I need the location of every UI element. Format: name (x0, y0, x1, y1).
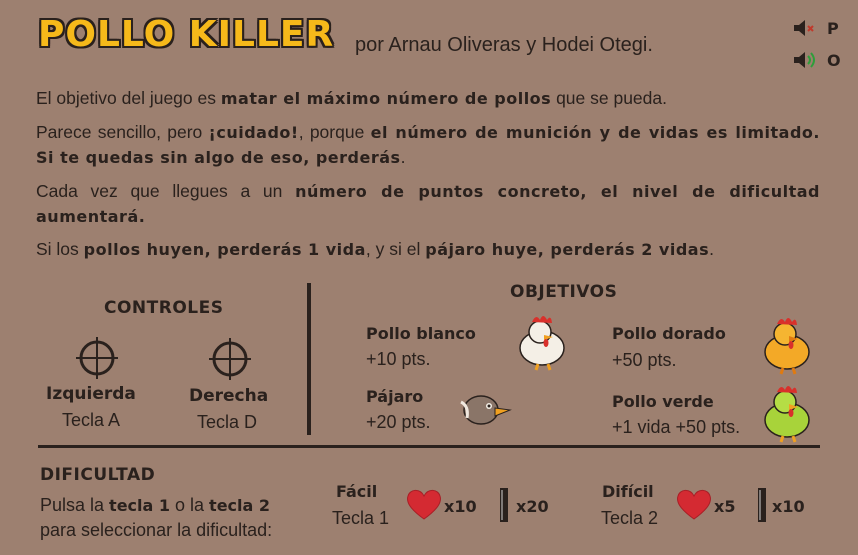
bird-icon (460, 395, 512, 425)
hard-ammo: x10 (772, 497, 805, 516)
golden-chicken-icon (764, 318, 810, 375)
speaker-on-icon (794, 52, 815, 68)
mute-key: P (827, 19, 839, 38)
easy-label: Fácil (336, 482, 378, 501)
difficulty-heading: DIFICULTAD (40, 465, 156, 485)
ammo-icon (758, 488, 766, 522)
crosshair-right-icon (209, 338, 251, 380)
crosshair-left-icon (76, 337, 118, 379)
sound-key: O (827, 51, 841, 70)
intro-paragraph-1: El objetivo del juego es matar el máximo… (36, 88, 667, 108)
golden-chicken-name: Pollo dorado (612, 324, 726, 343)
bird-points: +20 pts. (366, 412, 431, 432)
difficulty-easy-option[interactable]: Fácil Tecla 1 x10 x20 (330, 480, 570, 535)
green-chicken-points: +1 vida +50 pts. (612, 417, 741, 437)
intro-paragraph-3: Cada vez que llegues a un número de punt… (36, 181, 821, 226)
intro-paragraph-2: Parece sencillo, pero ¡cuidado!, porque … (36, 122, 820, 167)
left-control-label: Izquierda (46, 384, 136, 404)
hard-key: Tecla 2 (601, 508, 659, 528)
sound-control[interactable]: O (792, 50, 841, 74)
controls-heading: CONTROLES (104, 298, 224, 318)
intro-paragraph-4: Si los pollos huyen, perderás 1 vida, y … (36, 239, 714, 259)
hard-label: Difícil (602, 482, 654, 501)
golden-chicken-points: +50 pts. (612, 350, 677, 370)
green-chicken-icon (764, 386, 810, 443)
difficulty-instructions-line2: para seleccionar la dificultad: (40, 520, 273, 540)
mute-control[interactable]: P (792, 18, 839, 42)
white-chicken-icon (519, 316, 565, 371)
bird-name: Pájaro (366, 387, 424, 406)
heart-icon (407, 489, 441, 520)
easy-key: Tecla 1 (332, 508, 390, 528)
heart-icon (677, 489, 711, 520)
speaker-muted-icon (794, 20, 814, 36)
easy-ammo: x20 (516, 497, 549, 516)
difficulty-instructions-line1: Pulsa la tecla 1 o la tecla 2 (40, 495, 271, 515)
white-chicken-points: +10 pts. (366, 349, 431, 369)
white-chicken-name: Pollo blanco (366, 324, 476, 343)
ammo-icon (500, 488, 508, 522)
difficulty-hard-option[interactable]: Difícil Tecla 2 x5 x10 (598, 480, 818, 535)
section-divider-horizontal (38, 445, 820, 448)
green-chicken-name: Pollo verde (612, 392, 714, 411)
left-control-key: Tecla A (62, 410, 121, 430)
section-divider-vertical (307, 283, 311, 435)
hard-lives: x5 (714, 497, 736, 516)
objectives-heading: OBJETIVOS (510, 282, 618, 302)
author-byline: por Arnau Oliveras y Hodei Otegi. (355, 34, 653, 56)
right-control-label: Derecha (189, 386, 269, 406)
right-control-key: Tecla D (197, 412, 258, 432)
easy-lives: x10 (444, 497, 477, 516)
game-title: POLLO KILLER (38, 14, 335, 55)
